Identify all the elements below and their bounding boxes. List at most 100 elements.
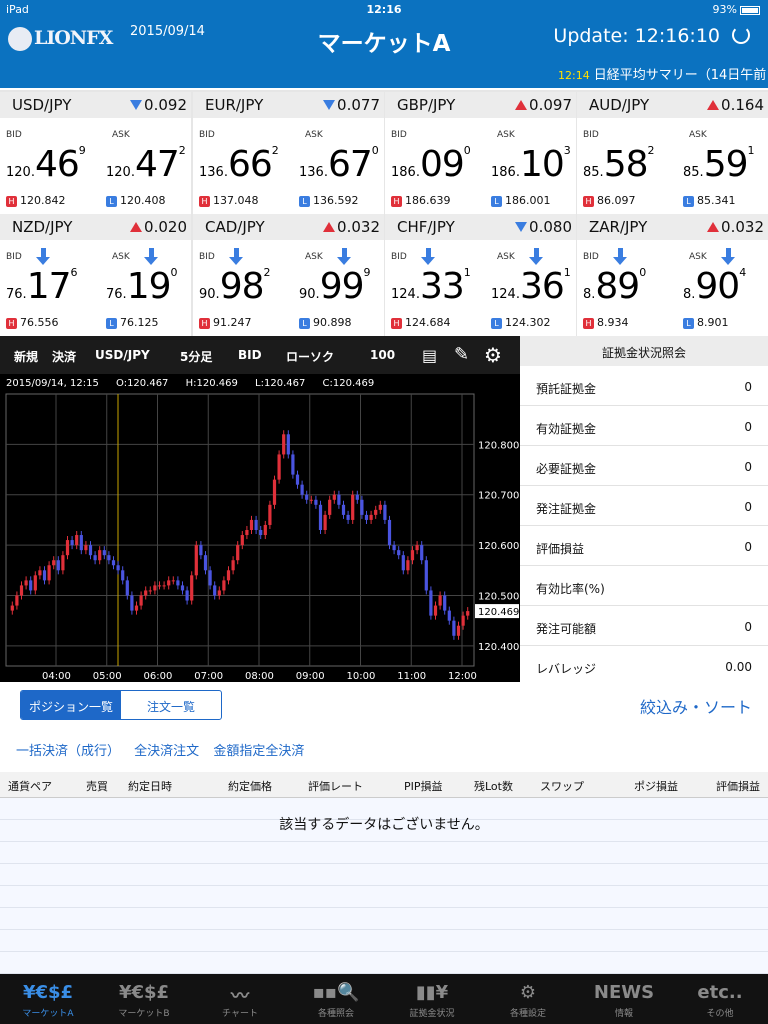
chart-ohlc-info: 2015/09/14, 12:15 O:120.467 H:120.469 L:… [6, 378, 374, 389]
bid-label: BID [391, 130, 407, 140]
high-badge: H [6, 195, 17, 207]
rate-cell-zar-jpy[interactable]: ZAR/JPY 0.032 BID ASK 8.890 8.904 H 8.934 L 8.901 [577, 214, 768, 336]
amount-settle-link[interactable]: 金額指定全決済 [213, 744, 304, 759]
bid-price[interactable]: 136.662 [199, 144, 279, 185]
triangle-up-icon [323, 222, 336, 232]
candle-body [29, 580, 33, 591]
rate-cell-usd-jpy[interactable]: USD/JPY 0.092 BID ASK 120.469 120.472 H 120.842… [0, 92, 191, 214]
candle-body [42, 570, 47, 581]
ask-price[interactable]: 186.103 [491, 144, 571, 185]
column-header[interactable]: PIP損益 [404, 778, 443, 794]
tab-inquiry[interactable]: ▪▪🔍 各種照会 [288, 974, 384, 1024]
chart-count-select[interactable]: 100 [370, 348, 395, 362]
settle-all-link[interactable]: 全決済注文 [134, 744, 199, 759]
bid-price[interactable]: 124.331 [391, 266, 471, 307]
rate-grid: USD/JPY 0.092 BID ASK 120.469 120.472 H 120.842… [0, 90, 768, 336]
tab-settings[interactable]: ⚙ 各種設定 [480, 974, 576, 1024]
filter-sort-link[interactable]: 絞込み・ソート [640, 694, 752, 718]
bid-fraction: 2 [647, 144, 655, 157]
chart-side-select[interactable]: BID [238, 348, 262, 362]
column-header[interactable]: 約定日時 [128, 778, 172, 794]
new-order-button[interactable]: 新規 [14, 348, 38, 365]
candle-body [433, 605, 438, 616]
tab-other[interactable]: etc.. その他 [672, 974, 768, 1024]
bid-prefix: 8. [583, 287, 596, 302]
triangle-up-icon [707, 100, 720, 110]
rate-cell-chf-jpy[interactable]: CHF/JPY 0.080 BID ASK 124.331 124.361 H 124.684… [385, 214, 576, 336]
bid-prefix: 90. [199, 287, 220, 302]
column-header[interactable]: 通貨ペア [8, 778, 52, 794]
candle-body [341, 504, 346, 515]
ask-price[interactable]: 76.190 [106, 266, 178, 307]
tab-positions[interactable]: ポジション一覧 [21, 691, 121, 719]
pair-name: ZAR/JPY [589, 218, 648, 236]
candlestick-chart[interactable]: 120.800 120.700 120.600 120.500 120.400 04:00… [0, 392, 520, 682]
low-badge: L [491, 195, 502, 207]
candle-body [443, 595, 447, 611]
arrow-down-icon [721, 248, 735, 266]
tab-orders[interactable]: 注文一覧 [121, 691, 221, 719]
chart-pair-select[interactable]: USD/JPY [95, 348, 150, 362]
bid-price[interactable]: 90.982 [199, 266, 271, 307]
margin-value: 0 [744, 500, 752, 514]
rate-cell-nzd-jpy[interactable]: NZD/JPY 0.020 BID ASK 76.176 76.190 H 76.556 L 76… [0, 214, 191, 336]
ask-label: ASK [689, 252, 707, 262]
margin-row: レバレッジ 0.00 [520, 646, 768, 686]
chart-type-select[interactable]: ローソク [286, 348, 334, 365]
ask-fraction: 9 [363, 266, 371, 279]
market-a-icon: ¥€$£ [22, 982, 74, 1003]
chart-interval-select[interactable]: 5分足 [180, 348, 212, 365]
refresh-icon[interactable] [732, 26, 750, 44]
tab-market-a[interactable]: ¥€$£ マーケットA [0, 974, 96, 1024]
tab-market-b[interactable]: ¥€$£ マーケットB [96, 974, 192, 1024]
bid-price[interactable]: 8.890 [583, 266, 646, 307]
ticker-text: 日経平均サマリー（14日午前 [593, 68, 767, 83]
column-header[interactable]: スワップ [540, 778, 584, 794]
bid-price[interactable]: 76.176 [6, 266, 78, 307]
column-header[interactable]: 売買 [86, 778, 108, 794]
rate-cell-aud-jpy[interactable]: AUD/JPY 0.164 BID ASK 85.582 85.591 H 86.097 L 85… [577, 92, 768, 214]
rate-cell-cad-jpy[interactable]: CAD/JPY 0.032 BID ASK 90.982 90.999 H 91.247 L 90… [193, 214, 384, 336]
candle-body [185, 590, 189, 601]
gear-icon[interactable]: ⚙ [484, 343, 502, 367]
tab-news[interactable]: NEWS 情報 [576, 974, 672, 1024]
candle-body [75, 535, 79, 546]
ask-label: ASK [305, 252, 323, 262]
bid-price[interactable]: 85.582 [583, 144, 655, 185]
news-ticker[interactable]: 12:14 日経平均サマリー（14日午前 [558, 64, 768, 83]
list-icon[interactable]: ▤ [422, 346, 437, 365]
tab-margin-status[interactable]: ▮▮¥ 証拠金状況 [384, 974, 480, 1024]
column-header[interactable]: 評価レート [308, 778, 363, 794]
low-badge: L [683, 317, 694, 329]
bulk-market-settle-link[interactable]: 一括決済（成行） [16, 744, 120, 759]
bid-price[interactable]: 186.090 [391, 144, 471, 185]
tab-chart[interactable]: 〰チャート [192, 974, 288, 1024]
bid-price[interactable]: 120.469 [6, 144, 86, 185]
ask-price[interactable]: 120.472 [106, 144, 186, 185]
column-header[interactable]: 残Lot数 [474, 778, 513, 794]
rate-cell-eur-jpy[interactable]: EUR/JPY 0.077 BID ASK 136.662 136.670 H 137.048… [193, 92, 384, 214]
ask-price[interactable]: 85.591 [683, 144, 755, 185]
ask-prefix: 186. [491, 165, 520, 180]
ask-price[interactable]: 124.361 [491, 266, 571, 307]
column-header[interactable]: 約定価格 [228, 778, 272, 794]
high-text: 186.639 [405, 194, 451, 207]
ask-price[interactable]: 90.999 [299, 266, 371, 307]
tab-label: その他 [706, 1009, 734, 1019]
candle-body [424, 560, 428, 591]
column-header[interactable]: 評価損益 [716, 778, 760, 794]
bid-fraction: 0 [639, 266, 647, 279]
news-icon: NEWS [593, 982, 655, 1003]
candle-body [157, 585, 162, 587]
rate-cell-gbp-jpy[interactable]: GBP/JPY 0.097 BID ASK 186.090 186.103 H 186.639… [385, 92, 576, 214]
pencil-icon[interactable]: ✎ [454, 344, 469, 365]
high-text: 120.842 [20, 194, 66, 207]
ask-price[interactable]: 8.904 [683, 266, 746, 307]
column-header[interactable]: ポジ損益 [634, 778, 678, 794]
pair-name: AUD/JPY [589, 96, 650, 114]
high-value: H 124.684 [391, 316, 451, 329]
high-text: 86.097 [597, 194, 636, 207]
ask-price[interactable]: 136.670 [299, 144, 379, 185]
chart-high: H:120.469 [185, 378, 238, 389]
settle-button[interactable]: 決済 [52, 348, 76, 365]
